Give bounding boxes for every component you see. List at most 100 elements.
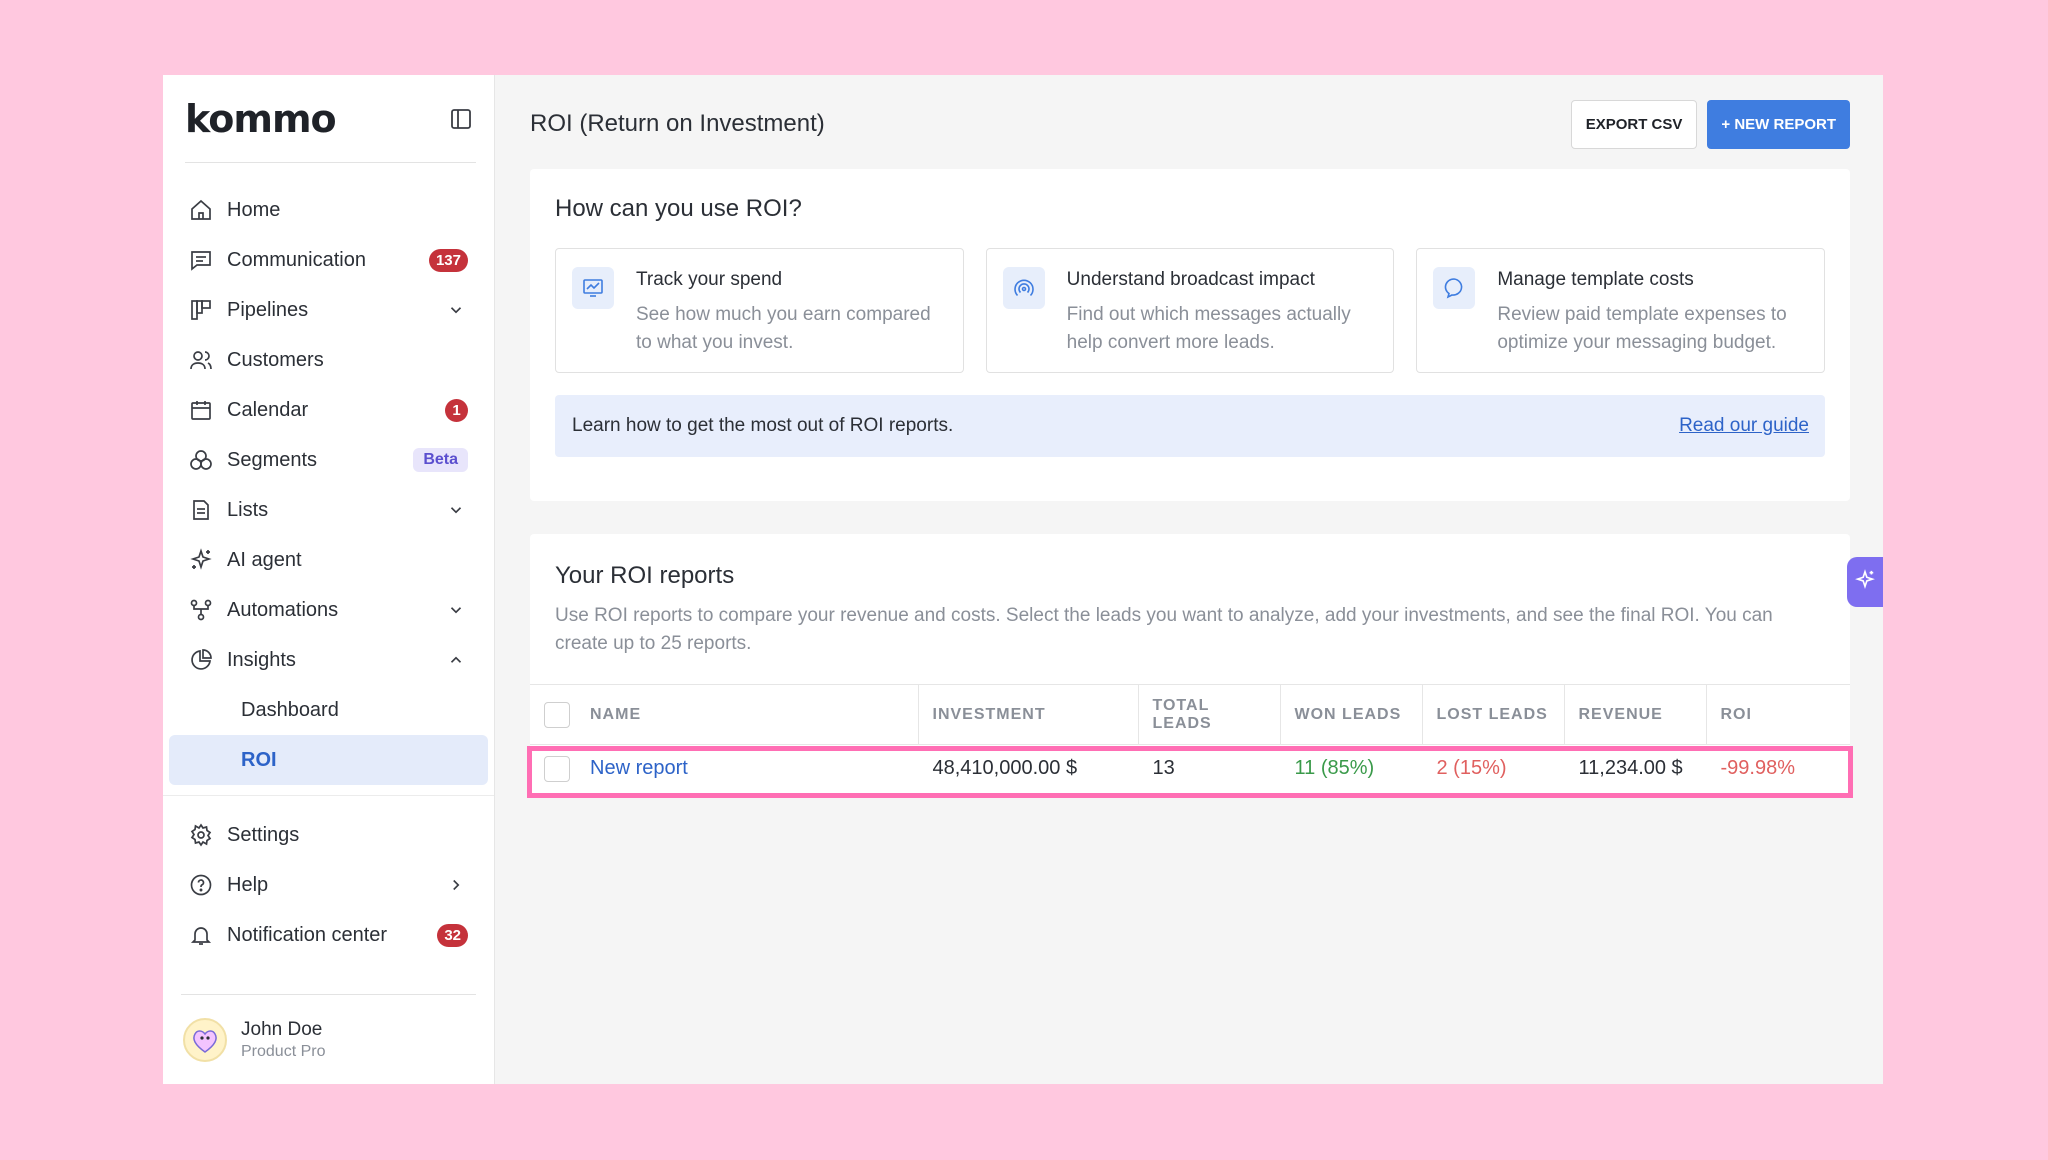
sidebar-item-pipelines[interactable]: Pipelines (163, 285, 494, 335)
guide-banner: Learn how to get the most out of ROI rep… (555, 395, 1825, 457)
reports-description: Use ROI reports to compare your revenue … (555, 605, 1773, 654)
sidebar-item-label: Calendar (227, 398, 309, 421)
sidebar-toggle-icon[interactable] (446, 104, 476, 134)
sidebar-item-settings[interactable]: Settings (163, 810, 494, 860)
column-header-total-leads[interactable]: TOTAL LEADS (1137, 684, 1280, 745)
sidebar-item-automations[interactable]: Automations (163, 585, 494, 635)
report-name-link[interactable]: New report (590, 757, 688, 780)
user-name: John Doe (241, 1018, 323, 1040)
column-header-name[interactable]: NAME (530, 684, 918, 745)
cell-name: New report (530, 745, 918, 793)
column-header-roi[interactable]: ROI (1705, 684, 1850, 745)
sidebar-subitem-roi[interactable]: ROI (169, 735, 488, 785)
new-report-button[interactable]: + NEW REPORT (1707, 99, 1850, 149)
sidebar-item-label: Automations (227, 598, 339, 621)
sidebar-item-customers[interactable]: Customers (163, 335, 494, 385)
how-to-use-card: How can you use ROI? Track your spend Se… (530, 169, 1850, 501)
bell-icon (187, 921, 215, 949)
cell-won-leads: 11 (85%) (1294, 757, 1375, 780)
user-info: John Doe Product Pro (241, 1019, 325, 1061)
avatar (183, 1017, 227, 1062)
feature-card: Track your spend See how much you earn c… (555, 248, 964, 373)
section-title: How can you use ROI? (555, 195, 802, 222)
sidebar-item-communication[interactable]: Communication 137 (163, 235, 494, 285)
notification-count-badge: 32 (437, 923, 468, 947)
calendar-count-badge: 1 (445, 398, 468, 422)
cell-total-leads: 13 (1152, 757, 1175, 780)
sidebar-item-notification-center[interactable]: Notification center 32 (163, 910, 494, 960)
export-csv-button[interactable]: EXPORT CSV (1570, 99, 1698, 149)
chevron-down-icon[interactable] (444, 498, 468, 522)
column-label: NAME (590, 705, 642, 723)
reports-header: Your ROI reports Use ROI reports to comp… (530, 534, 1850, 684)
help-icon (187, 871, 215, 899)
chevron-down-icon[interactable] (444, 298, 468, 322)
sidebar-item-segments[interactable]: Segments Beta (163, 435, 494, 485)
chevron-right-icon[interactable] (444, 873, 468, 897)
home-icon (187, 196, 215, 224)
topbar: ROI (Return on Investment) EXPORT CSV + … (530, 75, 1850, 169)
cell-revenue: 11,234.00 $ (1578, 757, 1683, 780)
column-header-won-leads[interactable]: WON LEADS (1279, 684, 1422, 745)
feature-desc: See how much you earn compared to what y… (636, 304, 931, 353)
sidebar-item-calendar[interactable]: Calendar 1 (163, 385, 494, 435)
sidebar-item-label: Home (227, 198, 281, 221)
sparkle-icon (1854, 568, 1876, 596)
feature-text: Track your spend See how much you earn c… (636, 267, 947, 354)
column-header-revenue[interactable]: REVENUE (1563, 684, 1706, 745)
sidebar-subitem-dashboard[interactable]: Dashboard (163, 685, 494, 735)
cell-investment: 48,410,000.00 $ (932, 757, 1078, 780)
calendar-icon (187, 396, 215, 424)
sidebar-item-label: Lists (227, 498, 269, 521)
table-row[interactable]: New report 48,410,000.00 $ 13 11 (85%) 2… (530, 745, 1850, 793)
main-content: ROI (Return on Investment) EXPORT CSV + … (495, 75, 1883, 1084)
sidebar-bottom-nav: Settings Help Notification center 32 (163, 810, 494, 960)
reports-table: NAME INVESTMENT TOTAL LEADS WON LEADS LO… (530, 684, 1850, 793)
gear-icon (187, 821, 215, 849)
select-all-checkbox[interactable] (544, 701, 570, 728)
sidebar-item-ai-agent[interactable]: AI agent (163, 535, 494, 585)
row-checkbox[interactable] (544, 755, 570, 782)
list-icon (187, 496, 215, 524)
sidebar-item-label: Notification center (227, 923, 388, 946)
divider (163, 795, 494, 796)
top-actions: EXPORT CSV + NEW REPORT (1570, 99, 1850, 149)
user-profile[interactable]: John Doe Product Pro (181, 994, 476, 1084)
feature-title: Manage template costs (1497, 269, 1694, 290)
feature-text: Understand broadcast impact Find out whi… (1067, 267, 1378, 354)
sidebar-item-label: Settings (227, 823, 300, 846)
sidebar-item-label: Communication (227, 248, 366, 271)
app-window: kommo Home Communication 137 Pipelines C… (163, 75, 1883, 1084)
feature-desc: Find out which messages actually help co… (1066, 304, 1351, 353)
unread-count-badge: 137 (428, 248, 468, 272)
customers-icon (187, 346, 215, 374)
feature-list: Track your spend See how much you earn c… (555, 248, 1826, 373)
feature-text: Manage template costs Review paid templa… (1497, 267, 1808, 354)
beta-badge: Beta (413, 448, 468, 472)
reports-card: Your ROI reports Use ROI reports to comp… (527, 534, 1853, 798)
user-role: Product Pro (241, 1042, 326, 1060)
sidebar-item-help[interactable]: Help (163, 860, 494, 910)
feature-desc: Review paid template expenses to optimiz… (1497, 304, 1787, 353)
read-guide-link[interactable]: Read our guide (1679, 415, 1809, 437)
cell-roi: -99.98% (1720, 757, 1796, 780)
sparkle-icon (187, 546, 215, 574)
pie-chart-icon (187, 646, 215, 674)
sidebar-item-label: Segments (227, 448, 318, 471)
sidebar-item-lists[interactable]: Lists (163, 485, 494, 535)
kommo-logo[interactable]: kommo (185, 97, 337, 141)
page-title: ROI (Return on Investment) (530, 110, 825, 137)
monitor-chart-icon (572, 267, 614, 309)
logo-row: kommo (185, 75, 476, 163)
segments-icon (187, 446, 215, 474)
chevron-up-icon[interactable] (444, 648, 468, 672)
sidebar-item-label: Pipelines (227, 298, 309, 321)
column-header-investment[interactable]: INVESTMENT (917, 684, 1138, 745)
chevron-down-icon[interactable] (444, 598, 468, 622)
ai-assistant-button[interactable] (1847, 557, 1883, 607)
sidebar-item-insights[interactable]: Insights (163, 635, 494, 685)
feature-title: Understand broadcast impact (1066, 269, 1315, 290)
sidebar-item-home[interactable]: Home (163, 185, 494, 235)
column-header-lost-leads[interactable]: LOST LEADS (1421, 684, 1564, 745)
table-header-row: NAME INVESTMENT TOTAL LEADS WON LEADS LO… (530, 684, 1850, 745)
